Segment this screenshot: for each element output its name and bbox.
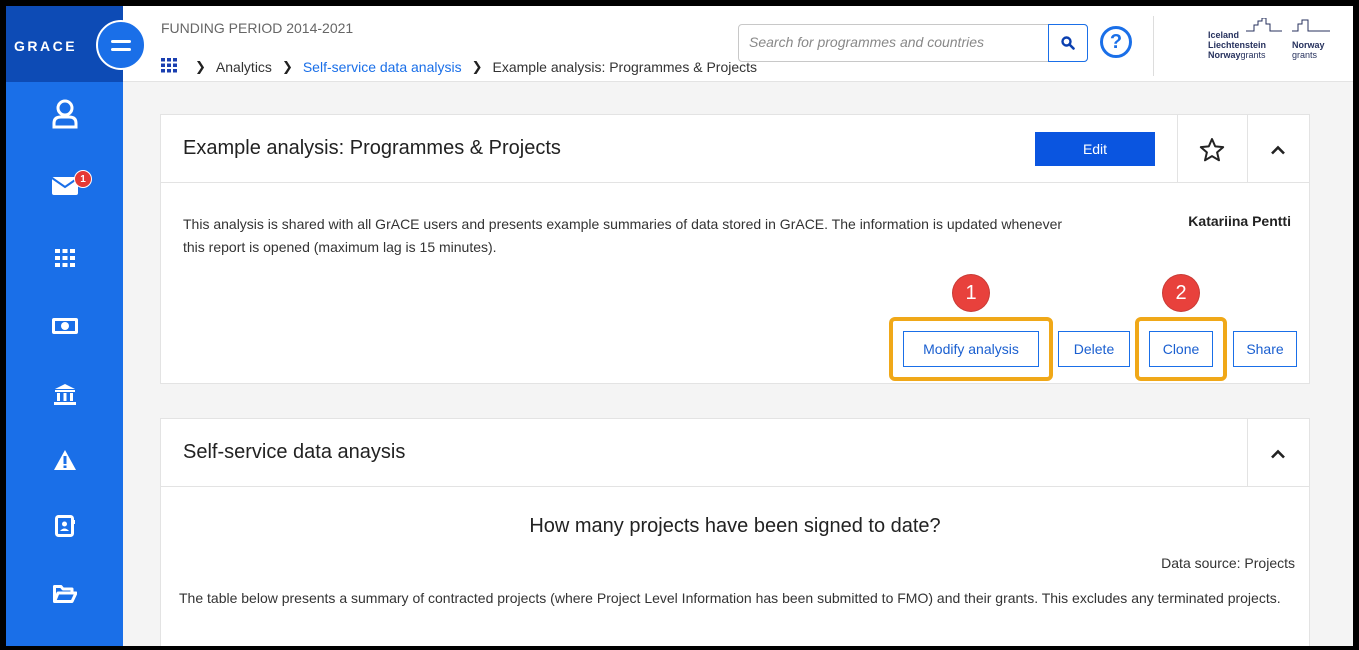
sidebar-item-contacts[interactable]: [6, 506, 123, 546]
user-icon: [52, 99, 77, 129]
sidebar-item-messages[interactable]: 1: [6, 166, 123, 206]
question-heading: How many projects have been signed to da…: [529, 515, 941, 537]
menu-toggle-button[interactable]: [96, 20, 146, 70]
clone-button[interactable]: Clone: [1149, 331, 1213, 367]
breadcrumb: ❯ Analytics ❯ Self-service data analysis…: [161, 58, 757, 76]
logo-norway: Norway: [1208, 50, 1241, 60]
share-button[interactable]: Share: [1233, 331, 1297, 367]
sidebar: GRACE 1: [6, 6, 123, 646]
grid-icon: [54, 249, 75, 267]
contacts-icon: [54, 515, 75, 537]
logo-text-norway: Norwaygrants: [1208, 50, 1266, 60]
sidebar-item-institutions[interactable]: [6, 374, 123, 414]
header-divider: [1153, 16, 1154, 76]
step-marker-2: 2: [1163, 275, 1199, 311]
star-icon: [1199, 138, 1225, 162]
breadcrumb-self-service[interactable]: Self-service data analysis: [303, 59, 462, 75]
apps-grid-icon[interactable]: [161, 58, 177, 76]
step-marker-1: 1: [953, 275, 989, 311]
app-frame: GRACE 1 FUNDING PERIOD 2014-2021 ❯ Analy…: [6, 6, 1353, 646]
folder-icon: [52, 585, 77, 603]
summary-paragraph: The table below presents a summary of co…: [179, 590, 1281, 606]
search-button[interactable]: [1048, 24, 1088, 62]
warning-icon: [53, 450, 76, 470]
sidebar-item-documents[interactable]: [6, 574, 123, 614]
sidebar-item-apps[interactable]: [6, 238, 123, 278]
analysis-card: Example analysis: Programmes & Projects …: [160, 114, 1310, 384]
chevron-up-icon: [1271, 449, 1285, 459]
eea-norway-grants-logo[interactable]: Iceland Liechtenstein Norwaygrants Norwa…: [1208, 18, 1338, 72]
delete-button[interactable]: Delete: [1058, 331, 1130, 367]
favorite-button[interactable]: [1177, 130, 1247, 170]
brand-logo[interactable]: GRACE: [14, 38, 77, 54]
sidebar-item-payments[interactable]: [6, 306, 123, 346]
analysis-author: Katariina Pentti: [1188, 213, 1291, 229]
breadcrumb-current: Example analysis: Programmes & Projects: [492, 59, 758, 75]
chevron-right-icon: ❯: [471, 59, 483, 74]
analysis-card-header: Example analysis: Programmes & Projects …: [161, 115, 1309, 183]
data-source-label: Data source: Projects: [1161, 555, 1295, 571]
data-card-header: Self-service data anaysis: [161, 419, 1309, 487]
search-box: [738, 24, 1088, 62]
menu-icon: [111, 40, 131, 43]
funding-period: FUNDING PERIOD 2014-2021: [161, 20, 354, 36]
collapse-button[interactable]: [1247, 130, 1309, 170]
chevron-up-icon: [1271, 145, 1285, 155]
unread-badge: 1: [74, 170, 92, 188]
data-card-title: Self-service data anaysis: [183, 441, 406, 463]
sidebar-item-risks[interactable]: [6, 440, 123, 480]
search-icon: [1061, 36, 1075, 50]
edit-button[interactable]: Edit: [1035, 132, 1155, 166]
logo-text-grants-right: grants: [1292, 50, 1318, 60]
logo-text-iceland: Iceland: [1208, 30, 1240, 40]
modify-analysis-button[interactable]: Modify analysis: [903, 331, 1039, 367]
logo-grants: grants: [1240, 50, 1266, 60]
search-input[interactable]: [749, 34, 1049, 50]
skyline-logo-icon: [1246, 18, 1330, 32]
help-button[interactable]: ?: [1100, 26, 1132, 58]
chevron-right-icon: ❯: [195, 59, 206, 74]
money-icon: [51, 318, 78, 334]
bank-icon: [53, 384, 76, 405]
analysis-description: This analysis is shared with all GrACE u…: [183, 216, 1063, 255]
data-analysis-card: Self-service data anaysis How many proje…: [160, 418, 1310, 646]
menu-icon-bar: [111, 48, 131, 51]
collapse-button[interactable]: [1247, 434, 1309, 474]
sidebar-item-profile[interactable]: [6, 94, 123, 134]
chevron-right-icon: ❯: [281, 59, 293, 74]
top-header: FUNDING PERIOD 2014-2021 ❯ Analytics ❯ S…: [123, 6, 1353, 82]
analysis-title: Example analysis: Programmes & Projects: [183, 137, 561, 159]
breadcrumb-analytics[interactable]: Analytics: [216, 59, 272, 75]
logo-text-norway-right: Norway: [1292, 40, 1325, 50]
logo-text-liechtenstein: Liechtenstein: [1208, 40, 1267, 50]
